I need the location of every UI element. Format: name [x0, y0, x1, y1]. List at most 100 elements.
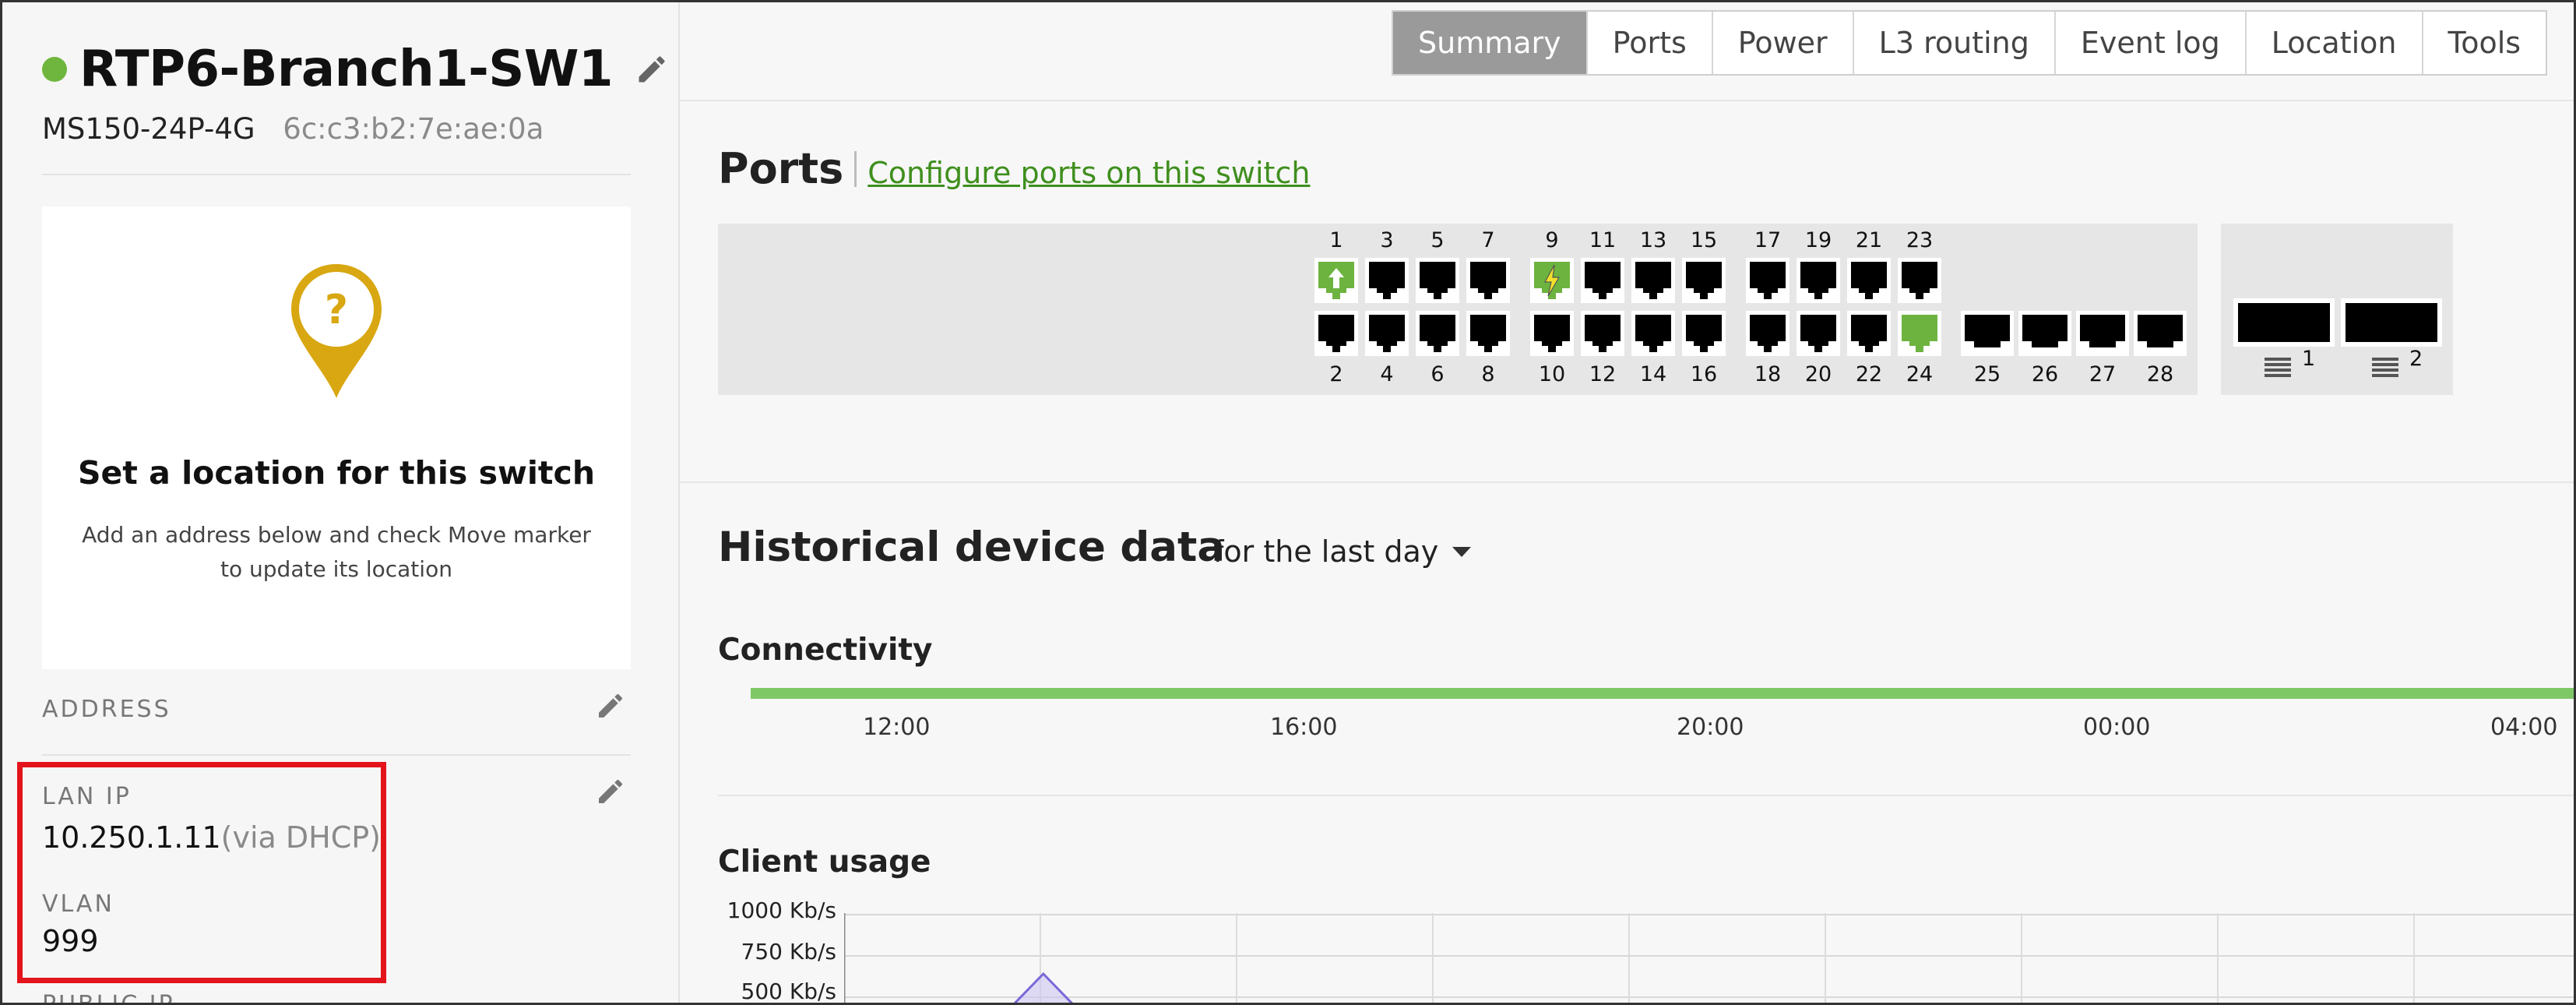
- divider: [680, 100, 2576, 101]
- location-card-title: Set a location for this switch: [77, 454, 596, 492]
- device-model: MS150-24P-4G: [42, 112, 255, 146]
- switch-port-27[interactable]: [2076, 311, 2129, 356]
- ethernet-port-icon: [1635, 262, 1671, 299]
- pencil-icon[interactable]: [595, 776, 626, 807]
- usage-y-tick: 1000 Kb/s: [727, 897, 836, 923]
- switch-port-13[interactable]: [1631, 258, 1675, 303]
- switch-port-14[interactable]: [1631, 311, 1675, 356]
- port-number: 19: [1804, 228, 1832, 252]
- ethernet-port-icon: [1902, 315, 1937, 352]
- port-number: 11: [1589, 228, 1617, 252]
- tab-summary[interactable]: Summary: [1393, 12, 1588, 74]
- ethernet-port-icon: [2022, 315, 2067, 347]
- uplink-arrow-icon: [1318, 262, 1354, 299]
- divider: [42, 174, 631, 175]
- ethernet-port-icon: [1534, 315, 1570, 352]
- pencil-icon[interactable]: [635, 52, 669, 86]
- sfp-port-number: 2: [2409, 347, 2423, 371]
- ethernet-port-icon: [1470, 262, 1506, 299]
- separator: [854, 150, 857, 187]
- switch-port-1[interactable]: [1314, 258, 1358, 303]
- usage-series-area: [1011, 972, 1075, 1005]
- connectivity-title: Connectivity: [718, 633, 933, 668]
- port-number: 27: [2089, 362, 2117, 386]
- switch-port-12[interactable]: [1581, 311, 1624, 356]
- port-number: 18: [1754, 362, 1782, 386]
- switch-port-16[interactable]: [1682, 311, 1726, 356]
- device-name: RTP6-Branch1-SW1: [79, 41, 613, 98]
- switch-port-9[interactable]: [1530, 258, 1574, 303]
- switch-port-21[interactable]: [1847, 258, 1891, 303]
- port-number: 3: [1380, 228, 1394, 252]
- ethernet-port-icon: [1851, 315, 1887, 352]
- sfp-port-2[interactable]: [2341, 298, 2442, 347]
- time-range-dropdown[interactable]: for the last day: [1213, 534, 1472, 569]
- switch-port-22[interactable]: [1847, 311, 1891, 356]
- divider: [680, 481, 2576, 483]
- switch-port-5[interactable]: [1416, 258, 1459, 303]
- device-mac: 6c:c3:b2:7e:ae:0a: [283, 112, 544, 146]
- switch-port-26[interactable]: [2018, 311, 2071, 356]
- connectivity-tick: 04:00: [2490, 714, 2558, 741]
- public-ip-label: PUBLIC IP: [42, 991, 175, 1005]
- switch-port-23[interactable]: [1898, 258, 1941, 303]
- divider: [42, 754, 631, 756]
- switch-port-24[interactable]: [1898, 311, 1941, 356]
- switch-port-15[interactable]: [1682, 258, 1726, 303]
- switch-port-11[interactable]: [1581, 258, 1624, 303]
- svg-text:?: ?: [325, 287, 348, 333]
- switch-port-7[interactable]: [1466, 258, 1510, 303]
- usage-y-tick: 500 Kb/s: [741, 979, 837, 1004]
- address-label: ADDRESS: [42, 696, 171, 723]
- switch-port-28[interactable]: [2134, 311, 2187, 356]
- tab-location[interactable]: Location: [2246, 12, 2423, 74]
- usage-y-tick: 750 Kb/s: [741, 939, 837, 964]
- pencil-icon[interactable]: [595, 690, 626, 721]
- sfp-port-1[interactable]: [2233, 298, 2335, 347]
- ethernet-port-icon: [1800, 315, 1836, 352]
- tab-event-log[interactable]: Event log: [2055, 12, 2247, 74]
- configure-ports-link[interactable]: Configure ports on this switch: [867, 156, 1310, 190]
- switch-port-17[interactable]: [1746, 258, 1789, 303]
- device-subtitle: MS150-24P-4G 6c:c3:b2:7e:ae:0a: [42, 111, 544, 148]
- ethernet-port-icon: [1470, 315, 1506, 352]
- tab-l3-routing[interactable]: L3 routing: [1853, 12, 2056, 74]
- port-number: 1: [1329, 228, 1343, 252]
- tab-power[interactable]: Power: [1712, 12, 1854, 74]
- tab-tools[interactable]: Tools: [2423, 12, 2546, 74]
- ports-heading: Ports Configure ports on this switch: [718, 144, 1310, 193]
- tab-ports[interactable]: Ports: [1587, 12, 1713, 74]
- location-pin-question-icon: ?: [291, 264, 382, 398]
- connectivity-tick: 00:00: [2083, 714, 2151, 741]
- location-card-description: Add an address below and check Move mark…: [82, 522, 591, 582]
- port-number: 21: [1855, 228, 1883, 252]
- caret-down-icon: [1452, 546, 1472, 557]
- ethernet-port-icon: [2080, 315, 2125, 347]
- location-card: ? Set a location for this switch Add an …: [42, 206, 631, 669]
- switch-port-19[interactable]: [1797, 258, 1840, 303]
- client-usage-title: Client usage: [718, 845, 931, 880]
- port-number: 4: [1380, 362, 1394, 386]
- sfp-port-number: 1: [2302, 347, 2316, 371]
- status-online-indicator: [42, 57, 67, 82]
- switch-port-25[interactable]: [1961, 311, 2014, 356]
- sfp-slot: [2345, 303, 2437, 342]
- historical-data-title: Historical device data: [718, 524, 1226, 571]
- ethernet-port-icon: [1585, 315, 1621, 352]
- highlight-annotation: [17, 762, 386, 983]
- switch-port-20[interactable]: [1797, 311, 1840, 356]
- port-number: 20: [1804, 362, 1832, 386]
- switch-port-2[interactable]: [1314, 311, 1358, 356]
- port-number: 12: [1589, 362, 1617, 386]
- switch-port-6[interactable]: [1416, 311, 1459, 356]
- switch-port-10[interactable]: [1530, 311, 1574, 356]
- switch-port-4[interactable]: [1365, 311, 1409, 356]
- port-number: 8: [1481, 362, 1495, 386]
- ethernet-port-icon: [1369, 262, 1405, 299]
- switch-port-18[interactable]: [1746, 311, 1789, 356]
- switch-port-3[interactable]: [1365, 258, 1409, 303]
- connectivity-bar: [751, 688, 2576, 699]
- switch-port-8[interactable]: [1466, 311, 1510, 356]
- ethernet-port-icon: [2138, 315, 2183, 347]
- port-number: 15: [1690, 228, 1718, 252]
